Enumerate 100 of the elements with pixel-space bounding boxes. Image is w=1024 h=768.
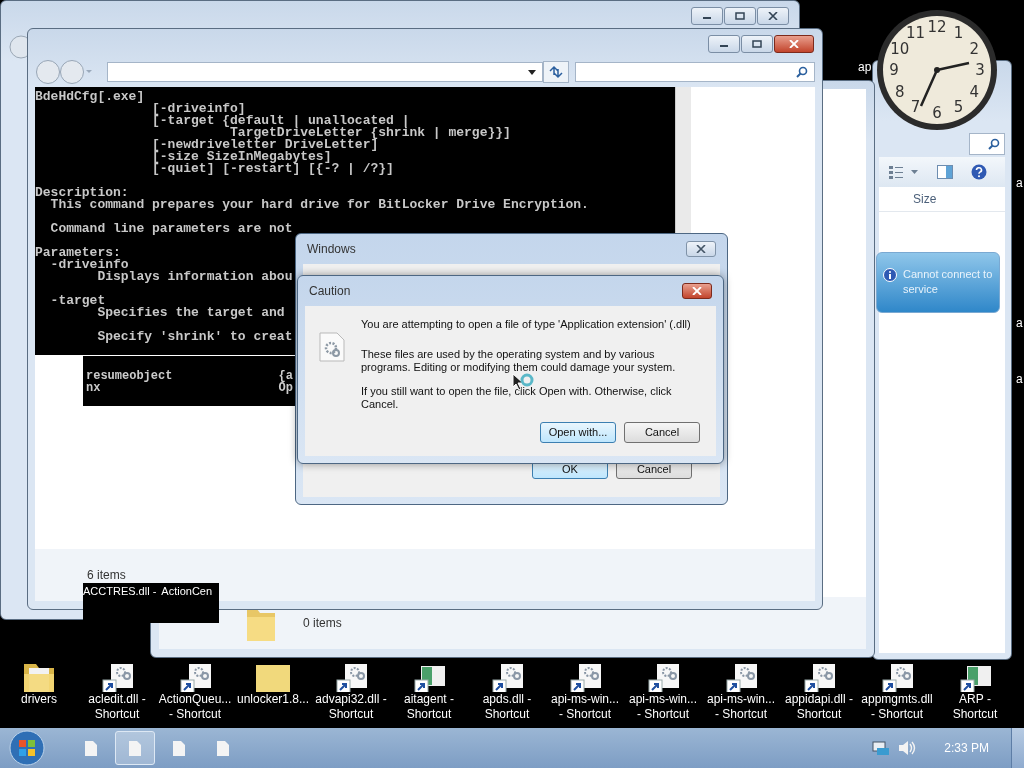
console-line: Command line parameters are not <box>49 223 293 235</box>
desktop-icon[interactable]: appmgmts.dll - Shortcut <box>858 662 936 722</box>
desktop-icon[interactable]: ActionQueu... - Shortcut <box>156 662 234 722</box>
icon-label: api-ms-win... - Shortcut <box>551 692 619 722</box>
console-line: BdeHdCfg[.exe] <box>35 91 145 103</box>
clock-numeral: 7 <box>910 98 921 117</box>
desktop-icon[interactable]: api-ms-win... - Shortcut <box>624 662 702 722</box>
console-line: [-size SizeInMegabytes] <box>151 151 332 163</box>
icon-label: ARP - Shortcut <box>952 692 998 722</box>
folder-icon <box>255 662 291 692</box>
gear-file-shortcut-icon <box>99 662 135 692</box>
icon-label[interactable]: a <box>1016 316 1023 330</box>
console-text: {a <box>278 370 293 382</box>
close-button[interactable] <box>757 7 789 25</box>
search-icon <box>796 66 808 78</box>
dialog-message: These files are used by the operating system and by various programs. Editing or modifying them could damage your system. <box>361 347 677 375</box>
clock-numeral: 6 <box>932 104 942 122</box>
close-icon <box>696 245 706 253</box>
network-icon[interactable] <box>872 740 891 756</box>
dialog-title: Caution <box>309 284 351 298</box>
taskbar-button[interactable] <box>115 731 155 765</box>
notification-text: Cannot connect to service <box>903 267 993 297</box>
icon-label[interactable]: a <box>1016 372 1023 386</box>
icon-label: aitagent - Shortcut <box>403 692 454 722</box>
search-field[interactable] <box>969 133 1005 155</box>
show-desktop-button[interactable] <box>1011 728 1024 768</box>
console-line: -driveinfo <box>49 259 129 271</box>
console-line: [-driveinfo] <box>151 103 246 115</box>
close-button[interactable] <box>682 283 712 299</box>
gear-file-shortcut-icon <box>567 662 603 692</box>
dropdown-icon[interactable] <box>528 69 536 75</box>
icon-label: ActionQueu... - Shortcut <box>158 692 232 722</box>
console-line: Parameters: <box>35 247 121 259</box>
console-line: Specifies the target and <box>97 307 285 319</box>
clock-numeral: 10 <box>890 39 910 58</box>
icon-label: apds.dll - Shortcut <box>482 692 532 722</box>
icon-label: drivers <box>21 692 57 707</box>
clock-numeral: 1 <box>953 23 964 42</box>
help-icon[interactable] <box>971 164 987 180</box>
icon-label: appmgmts.dll - Shortcut <box>861 692 933 722</box>
console-line: Specify 'shrink' to creat <box>96 331 293 343</box>
desktop-icon[interactable]: api-ms-win... - Shortcut <box>702 662 780 722</box>
back-forward-icon[interactable] <box>35 59 93 85</box>
console-line: [-newdriveletter DriveLetter] <box>151 139 379 151</box>
desktop-icon[interactable]: unlocker1.8... <box>234 662 312 722</box>
desktop-icon[interactable]: appidapi.dll - Shortcut <box>780 662 858 722</box>
console-line: Displays information abou <box>96 271 293 283</box>
console-text: nx <box>86 382 101 394</box>
search-field[interactable] <box>575 62 815 82</box>
desktop-icon[interactable]: api-ms-win... - Shortcut <box>546 662 624 722</box>
console-line: TargetDriveLetter {shrink | merge}}] <box>230 127 511 139</box>
dialog-message: If you still want to open the file, click Open with. Otherwise, click Cancel. <box>361 384 673 412</box>
minimize-button[interactable] <box>691 7 723 25</box>
refresh-button[interactable] <box>543 61 569 83</box>
clock-numeral: 9 <box>889 61 899 79</box>
gear-file-shortcut-icon <box>801 662 837 692</box>
minimize-button[interactable] <box>708 35 740 53</box>
close-icon <box>768 12 778 20</box>
desktop-icon[interactable]: drivers <box>0 662 78 722</box>
view-list-icon[interactable] <box>889 165 919 179</box>
info-icon <box>883 268 897 282</box>
maximize-icon <box>735 12 745 20</box>
dialog-button[interactable]: Open with... <box>540 421 616 443</box>
maximize-icon <box>752 40 762 48</box>
gear-file-icon <box>319 332 345 362</box>
status-text: 0 items <box>303 616 342 630</box>
console-line: [-quiet] [-restart] [{-? | /?}] <box>151 163 394 175</box>
close-button[interactable] <box>686 241 716 257</box>
preview-pane-icon[interactable] <box>937 165 953 179</box>
clock-numeral: 2 <box>969 39 979 58</box>
volume-icon[interactable] <box>898 740 917 756</box>
document-icon <box>217 740 229 756</box>
icon-label[interactable]: ActionCen <box>161 585 213 623</box>
gear-file-shortcut-icon <box>489 662 525 692</box>
icon-label[interactable]: ACCTRES.dll - <box>83 585 157 623</box>
desktop-icon[interactable]: advapi32.dll - Shortcut <box>312 662 390 722</box>
dialog-button[interactable]: Cancel <box>624 421 700 443</box>
icon-label: api-ms-win... - Shortcut <box>707 692 775 722</box>
desktop-icon[interactable]: acledit.dll - Shortcut <box>78 662 156 722</box>
desktop-icon[interactable]: ARP - Shortcut <box>936 662 1014 722</box>
start-orb-icon[interactable] <box>9 730 45 766</box>
icon-label[interactable]: a <box>1016 176 1023 190</box>
close-icon <box>789 40 799 48</box>
gear-file-shortcut-icon <box>723 662 759 692</box>
address-field[interactable] <box>107 62 543 82</box>
column-header[interactable]: Size <box>913 192 937 206</box>
clock-numeral: 3 <box>975 61 985 79</box>
desktop-icon[interactable]: aitagent - Shortcut <box>390 662 468 722</box>
document-icon <box>85 740 97 756</box>
dialog-message: You are attempting to open a file of type 'Application extension' (.dll) <box>361 318 692 332</box>
desktop-icon[interactable]: apds.dll - Shortcut <box>468 662 546 722</box>
maximize-button[interactable] <box>724 7 756 25</box>
document-icon <box>129 740 141 756</box>
icon-label: appidapi.dll - Shortcut <box>784 692 853 722</box>
gear-file-shortcut-icon <box>645 662 681 692</box>
close-button[interactable] <box>774 35 814 53</box>
console-line: Description: <box>35 187 129 199</box>
icon-label[interactable]: ap <box>858 60 872 74</box>
maximize-button[interactable] <box>741 35 773 53</box>
console-text: resumeobject <box>86 370 173 382</box>
